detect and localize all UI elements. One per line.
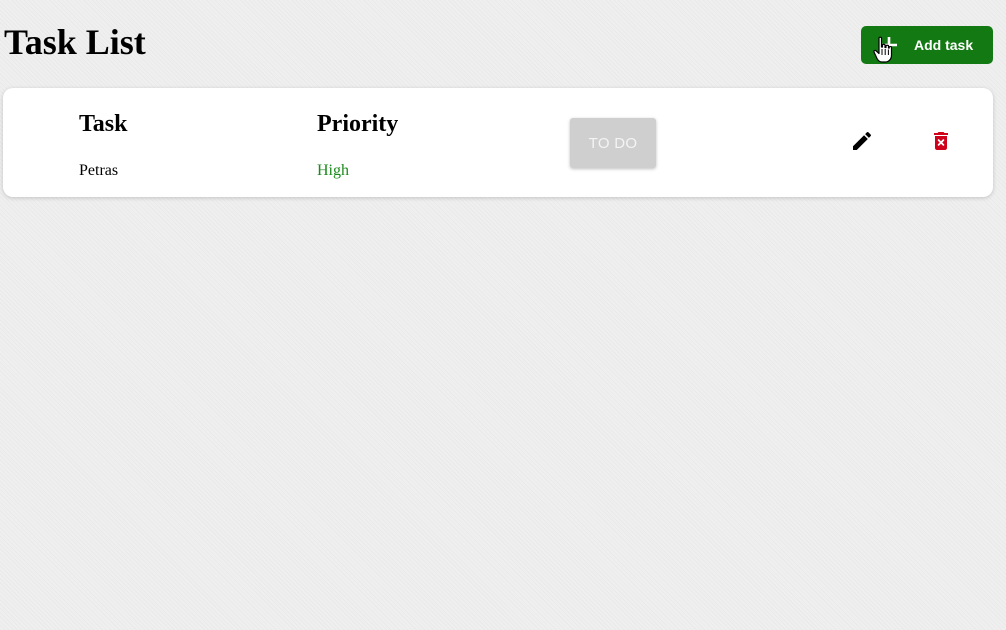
delete-task-button[interactable] bbox=[926, 128, 956, 158]
plus-icon bbox=[879, 35, 899, 55]
add-task-label: Add task bbox=[914, 37, 974, 53]
status-button[interactable]: TO DO bbox=[570, 118, 656, 168]
task-column-heading: Task bbox=[79, 111, 128, 137]
task-name: Petras bbox=[79, 162, 119, 179]
priority-value: High bbox=[317, 162, 349, 179]
edit-task-button[interactable] bbox=[847, 128, 877, 158]
trash-icon bbox=[929, 129, 953, 158]
task-card: Task Petras Priority High TO DO bbox=[3, 88, 993, 197]
pencil-icon bbox=[850, 129, 874, 158]
add-task-button[interactable]: Add task bbox=[861, 26, 993, 64]
priority-column-heading: Priority bbox=[317, 111, 399, 137]
page-title: Task List bbox=[4, 22, 146, 62]
